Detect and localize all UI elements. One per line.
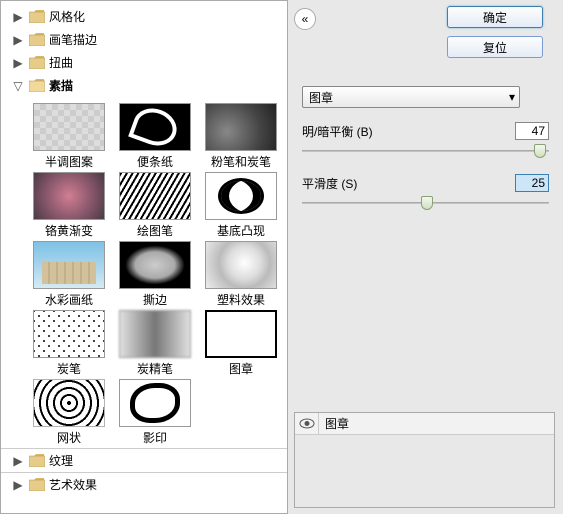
tree-label: 纹理 xyxy=(49,452,73,469)
slider-thumb[interactable] xyxy=(421,196,433,210)
thumb-撕边[interactable]: 撕边 xyxy=(115,241,195,308)
thumb-铬黄渐变[interactable]: 铬黄渐变 xyxy=(29,172,109,239)
thumb-基底凸现[interactable]: 基底凸现 xyxy=(201,172,281,239)
folder-icon xyxy=(29,33,45,46)
thumb-image xyxy=(205,172,277,220)
tree-label: 艺术效果 xyxy=(49,476,97,493)
tree-label: 素描 xyxy=(49,77,73,94)
slider-label: 明/暗平衡 (B) xyxy=(302,123,373,140)
thumb-label: 影印 xyxy=(143,429,167,446)
slider-track[interactable] xyxy=(302,194,549,212)
thumb-label: 粉笔和炭笔 xyxy=(211,153,271,170)
collapse-icon: « xyxy=(302,12,309,26)
tree-label: 扭曲 xyxy=(49,54,73,71)
dropdown-selected-label: 图章 xyxy=(309,89,333,106)
tree-toggle-icon: ▶ xyxy=(11,56,25,70)
folder-icon xyxy=(29,56,45,69)
folder-icon xyxy=(29,454,45,467)
tree-toggle-icon: ▶ xyxy=(11,454,25,468)
thumb-半调图案[interactable]: 半调图案 xyxy=(29,103,109,170)
effect-layers-panel: 图章 xyxy=(294,412,555,508)
thumb-image xyxy=(205,103,277,151)
action-buttons: 确定 复位 xyxy=(447,6,543,58)
thumb-image xyxy=(205,310,277,358)
folder-icon xyxy=(29,10,45,23)
filter-type-dropdown[interactable]: 图章 ▾ xyxy=(302,86,520,108)
thumb-粉笔和炭笔[interactable]: 粉笔和炭笔 xyxy=(201,103,281,170)
thumb-label: 绘图笔 xyxy=(137,222,173,239)
tree-toggle-icon: ▶ xyxy=(11,478,25,492)
thumb-image xyxy=(33,379,105,427)
thumb-炭笔[interactable]: 炭笔 xyxy=(29,310,109,377)
thumb-label: 网状 xyxy=(57,429,81,446)
thumb-网状[interactable]: 网状 xyxy=(29,379,109,446)
thumb-image xyxy=(33,172,105,220)
tree-label: 风格化 xyxy=(49,8,85,25)
slider-track[interactable] xyxy=(302,142,549,160)
filter-thumbnail-grid: 半调图案 便条纸 粉笔和炭笔 铬黄渐变 绘图笔 基底凸现 水彩画纸 撕边 塑料效… xyxy=(1,97,287,448)
tree-item-0[interactable]: ▶ 风格化 xyxy=(1,5,287,28)
chevron-down-icon: ▾ xyxy=(509,90,515,104)
visibility-toggle[interactable] xyxy=(295,413,319,435)
thumb-影印[interactable]: 影印 xyxy=(115,379,195,446)
thumb-label: 水彩画纸 xyxy=(45,291,93,308)
tree-item-3[interactable]: ▽ 素描 xyxy=(1,74,287,97)
reset-button[interactable]: 复位 xyxy=(447,36,543,58)
settings-panel: « 确定 复位 图章 ▾ 明/暗平衡 (B) 平滑度 (S) 图章 xyxy=(288,0,563,514)
thumb-label: 图章 xyxy=(229,360,253,377)
thumb-image xyxy=(119,379,191,427)
thumb-label: 半调图案 xyxy=(45,153,93,170)
thumb-炭精笔[interactable]: 炭精笔 xyxy=(115,310,195,377)
thumb-image xyxy=(205,241,277,289)
filter-category-panel: ▶ 风格化▶ 画笔描边▶ 扭曲▽ 素描 半调图案 便条纸 粉笔和炭笔 铬黄渐变 … xyxy=(0,0,288,514)
filter-tree: ▶ 风格化▶ 画笔描边▶ 扭曲▽ 素描 xyxy=(1,1,287,97)
slider-value-input[interactable] xyxy=(515,122,549,140)
layer-name: 图章 xyxy=(319,415,349,432)
thumb-image xyxy=(119,103,191,151)
folder-icon xyxy=(29,478,45,491)
thumb-塑料效果[interactable]: 塑料效果 xyxy=(201,241,281,308)
slider-0: 明/暗平衡 (B) xyxy=(302,122,549,160)
tree-toggle-icon: ▶ xyxy=(11,33,25,47)
thumb-label: 便条纸 xyxy=(137,153,173,170)
thumb-image xyxy=(33,310,105,358)
thumb-image xyxy=(119,310,191,358)
thumb-便条纸[interactable]: 便条纸 xyxy=(115,103,195,170)
thumb-label: 基底凸现 xyxy=(217,222,265,239)
folder-icon xyxy=(29,79,45,92)
slider-value-input[interactable] xyxy=(515,174,549,192)
tree-item-2[interactable]: ▶ 扭曲 xyxy=(1,51,287,74)
tree-toggle-icon: ▶ xyxy=(11,10,25,24)
thumb-image xyxy=(119,241,191,289)
thumb-label: 炭笔 xyxy=(57,360,81,377)
thumb-label: 撕边 xyxy=(143,291,167,308)
thumb-label: 铬黄渐变 xyxy=(45,222,93,239)
tree-label: 画笔描边 xyxy=(49,31,97,48)
tree-item-bottom-0[interactable]: ▶ 纹理 xyxy=(1,449,287,472)
tree-item-bottom-1[interactable]: ▶ 艺术效果 xyxy=(1,473,287,496)
layer-row[interactable]: 图章 xyxy=(295,413,554,435)
thumb-image xyxy=(119,172,191,220)
thumb-image xyxy=(33,103,105,151)
thumb-水彩画纸[interactable]: 水彩画纸 xyxy=(29,241,109,308)
ok-button[interactable]: 确定 xyxy=(447,6,543,28)
thumb-绘图笔[interactable]: 绘图笔 xyxy=(115,172,195,239)
thumb-label: 塑料效果 xyxy=(217,291,265,308)
thumb-image xyxy=(33,241,105,289)
tree-item-1[interactable]: ▶ 画笔描边 xyxy=(1,28,287,51)
tree-toggle-icon: ▽ xyxy=(11,79,25,93)
thumb-label: 炭精笔 xyxy=(137,360,173,377)
thumb-图章[interactable]: 图章 xyxy=(201,310,281,377)
slider-thumb[interactable] xyxy=(534,144,546,158)
slider-1: 平滑度 (S) xyxy=(302,174,549,212)
slider-label: 平滑度 (S) xyxy=(302,175,357,192)
collapse-button[interactable]: « xyxy=(294,8,316,30)
